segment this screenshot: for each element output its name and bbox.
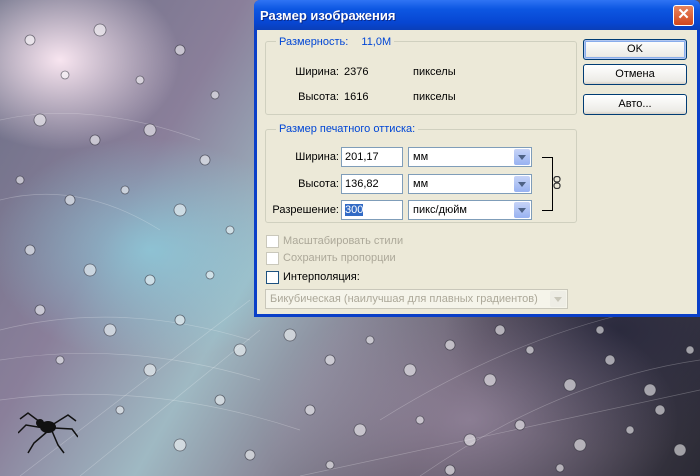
close-button[interactable]: ✕ xyxy=(673,5,694,26)
pixel-width-unit: пикселы xyxy=(413,66,456,78)
resolution-unit-value: пикс/дюйм xyxy=(413,204,467,216)
chevron-down-icon[interactable] xyxy=(514,149,530,165)
pixel-dimensions-legend: Размерность: 11,0M xyxy=(276,36,395,48)
constrain-proportions-label: Сохранить пропорции xyxy=(283,252,396,264)
pixel-width-label: Ширина: xyxy=(295,66,339,78)
doc-width-input[interactable]: 201,17 xyxy=(341,147,403,167)
chain-link-icon xyxy=(553,176,561,189)
resample-method-value: Бикубическая (наилучшая для плавных град… xyxy=(270,293,538,305)
doc-height-input[interactable]: 136,82 xyxy=(341,174,403,194)
scale-styles-label: Масштабировать стили xyxy=(283,235,404,247)
pixel-dimensions-size: 11,0M xyxy=(361,36,392,48)
pixel-height-label: Высота: xyxy=(298,91,339,103)
ok-button[interactable]: OK xyxy=(583,39,687,60)
title-bar[interactable]: Размер изображения ✕ xyxy=(254,0,700,30)
resample-method-select[interactable]: Бикубическая (наилучшая для плавных град… xyxy=(265,289,568,309)
resample-label: Интерполяция: xyxy=(283,271,360,283)
pixel-width-value: 2376 xyxy=(344,66,369,78)
resample-checkbox[interactable] xyxy=(266,271,279,284)
constrain-bracket xyxy=(542,157,553,211)
doc-width-unit-select[interactable]: мм xyxy=(408,147,532,167)
doc-width-unit-value: мм xyxy=(413,151,429,163)
image-size-dialog: Размер изображения ✕ Размерность: 11,0M … xyxy=(254,0,700,317)
spider-icon xyxy=(18,412,78,454)
auto-button[interactable]: Авто... xyxy=(583,94,687,115)
doc-height-unit-select[interactable]: мм xyxy=(408,174,532,194)
pixel-height-value: 1616 xyxy=(344,91,369,103)
dialog-title: Размер изображения xyxy=(260,8,396,23)
pixel-height-unit: пикселы xyxy=(413,91,456,103)
resolution-unit-select[interactable]: пикс/дюйм xyxy=(408,200,532,220)
document-size-legend: Размер печатного оттиска: xyxy=(276,123,419,135)
cancel-button[interactable]: Отмена xyxy=(583,64,687,85)
doc-height-label: Высота: xyxy=(298,178,339,190)
resolution-value: 300 xyxy=(345,204,364,216)
dialog-body: Размерность: 11,0M Ширина: 2376 пикселы … xyxy=(257,30,697,314)
chevron-down-icon[interactable] xyxy=(514,202,530,218)
chevron-down-icon[interactable] xyxy=(514,176,530,192)
pixel-dimensions-label: Размерность: xyxy=(279,36,349,48)
doc-height-unit-value: мм xyxy=(413,178,429,190)
resolution-label: Разрешение: xyxy=(272,204,339,216)
constrain-proportions-checkbox[interactable] xyxy=(266,252,279,265)
resolution-input[interactable]: 300 xyxy=(341,200,403,220)
close-icon: ✕ xyxy=(677,6,690,23)
scale-styles-checkbox[interactable] xyxy=(266,235,279,248)
chevron-down-icon[interactable] xyxy=(550,291,566,307)
pixel-dimensions-group xyxy=(265,41,577,115)
doc-width-label: Ширина: xyxy=(295,151,339,163)
